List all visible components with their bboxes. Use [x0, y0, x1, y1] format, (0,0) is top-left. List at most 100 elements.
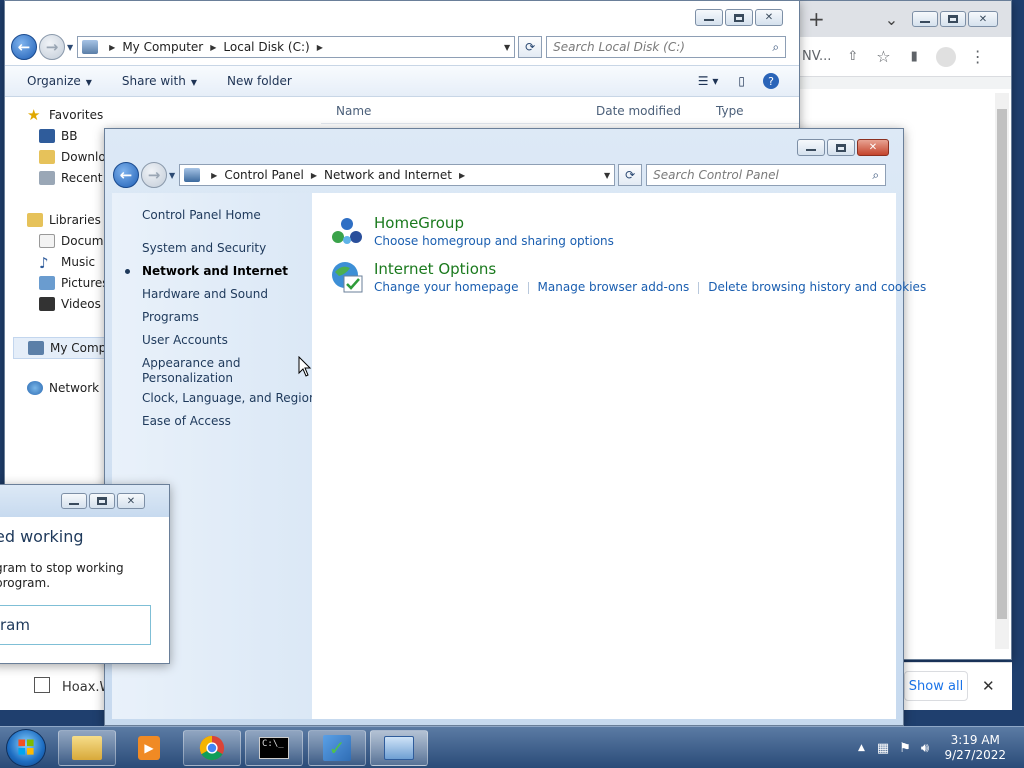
explorer-maximize-button[interactable] [725, 9, 753, 26]
cp-address-bar[interactable]: ▶ Control Panel ▶ Network and Internet ▶… [179, 164, 616, 186]
chevron-right-icon: ▶ [211, 170, 218, 180]
tree-bb[interactable]: BB [39, 129, 77, 143]
explorer-refresh-button[interactable]: ⟳ [518, 36, 543, 58]
nav-user-accounts[interactable]: User Accounts [142, 333, 228, 348]
address-dropdown-icon[interactable]: ▼ [504, 43, 510, 52]
side-panel-icon[interactable]: ▮ [911, 49, 918, 64]
browser-minimize-button[interactable] [912, 11, 938, 27]
tree-documents[interactable]: Docume [39, 234, 111, 248]
tree-recent-places[interactable]: Recent P [39, 171, 114, 185]
address-dropdown-icon[interactable]: ▼ [604, 171, 610, 180]
column-date-modified[interactable]: Date modified [596, 104, 716, 118]
dialog-maximize-button[interactable] [89, 493, 115, 509]
nav-network-internet[interactable]: Network and Internet [142, 264, 288, 279]
browser-maximize-button[interactable] [940, 11, 966, 27]
internet-options-icon [332, 262, 363, 293]
nav-hardware-sound[interactable]: Hardware and Sound [142, 287, 268, 302]
cp-recent-dropdown-icon[interactable]: ▼ [169, 171, 175, 180]
delete-history-link[interactable]: Delete browsing history and cookies [708, 280, 926, 294]
explorer-back-button[interactable]: ← [11, 34, 37, 60]
cp-close-button[interactable]: ✕ [857, 139, 889, 156]
taskbar-control-panel-button[interactable] [370, 730, 428, 766]
internet-options-title[interactable]: Internet Options [374, 260, 926, 278]
dialog-action-button[interactable]: ram [0, 605, 151, 645]
browser-scroll-thumb[interactable] [997, 109, 1007, 619]
homegroup-title[interactable]: HomeGroup [374, 214, 614, 232]
tree-libraries[interactable]: Libraries [27, 213, 101, 227]
tab-search-button[interactable]: ⌄ [885, 10, 898, 29]
change-homepage-link[interactable]: Change your homepage [374, 280, 519, 294]
bookmark-star-icon[interactable]: ☆ [876, 47, 890, 66]
action-center-flag-icon[interactable]: ⚑ [899, 741, 911, 756]
cp-back-button[interactable]: ← [113, 162, 139, 188]
cp-search-box[interactable]: Search Control Panel ⌕ [646, 164, 887, 186]
tree-bb-label: BB [61, 129, 78, 143]
dialog-minimize-button[interactable] [61, 493, 87, 509]
breadcrumb-control-panel[interactable]: Control Panel [224, 168, 304, 182]
explorer-minimize-button[interactable] [695, 9, 723, 26]
browser-close-button[interactable]: ✕ [968, 11, 998, 27]
view-options-icon[interactable]: ☰ ▾ [698, 74, 719, 88]
cp-forward-button[interactable]: → [141, 162, 167, 188]
preview-pane-icon[interactable]: ▯ [738, 74, 745, 88]
breadcrumb-local-disk[interactable]: Local Disk (C:) [223, 40, 309, 54]
profile-avatar[interactable] [935, 46, 956, 67]
caret-down-icon: ▼ [85, 78, 92, 87]
cp-refresh-button[interactable]: ⟳ [618, 164, 643, 186]
column-name[interactable]: Name [336, 104, 596, 118]
browser-scrollbar[interactable] [995, 93, 1009, 649]
system-clock[interactable]: 3:19 AM 9/27/2022 [944, 733, 1006, 763]
explorer-search-box[interactable]: Search Local Disk (C:) ⌕ [546, 36, 787, 58]
nav-appearance-line1[interactable]: Appearance and [142, 356, 240, 371]
homegroup-sharing-link[interactable]: Choose homegroup and sharing options [374, 234, 614, 248]
taskbar-cmd-button[interactable]: C:\_ [245, 730, 303, 766]
breadcrumb-my-computer[interactable]: My Computer [122, 40, 203, 54]
taskbar-chrome-button[interactable] [183, 730, 241, 766]
organize-button[interactable]: Organize ▼ [27, 74, 92, 88]
manage-addons-link[interactable]: Manage browser add-ons [538, 280, 690, 294]
show-hidden-icons-icon[interactable]: ▲ [858, 743, 865, 753]
cp-home-link[interactable]: Control Panel Home [142, 208, 261, 223]
menu-kebab-icon[interactable]: ⋮ [970, 47, 986, 66]
cp-maximize-button[interactable] [827, 139, 855, 156]
active-bullet-icon [125, 269, 130, 274]
nav-clock-region[interactable]: Clock, Language, and Region [142, 391, 317, 406]
tree-pictures[interactable]: Pictures [39, 276, 109, 290]
network-tray-icon[interactable]: ▦ [877, 741, 889, 756]
tree-music[interactable]: ♪ Music [39, 254, 95, 272]
volume-icon[interactable]: 🔊︎ [921, 741, 929, 756]
tree-downloads[interactable]: Downloa [39, 150, 113, 164]
nav-ease-of-access[interactable]: Ease of Access [142, 414, 231, 429]
help-icon[interactable]: ? [763, 73, 779, 89]
column-type[interactable]: Type [716, 104, 744, 118]
explorer-recent-dropdown-icon[interactable]: ▼ [67, 43, 73, 52]
nav-system-security[interactable]: System and Security [142, 241, 266, 256]
breadcrumb-network-and-internet[interactable]: Network and Internet [324, 168, 452, 182]
taskbar-task-app-button[interactable]: ✓ [308, 730, 366, 766]
new-folder-button[interactable]: New folder [227, 74, 292, 88]
show-all-button[interactable]: Show all [904, 671, 968, 701]
explorer-address-bar[interactable]: ▶ My Computer ▶ Local Disk (C:) ▶ ▼ [77, 36, 516, 58]
share-icon[interactable]: ⇧ [847, 49, 858, 64]
start-button[interactable] [6, 729, 46, 767]
chevron-right-icon: ▶ [210, 42, 217, 52]
cp-minimize-button[interactable] [797, 139, 825, 156]
taskbar-media-player-button[interactable]: ▶ [120, 730, 178, 766]
cp-search-input[interactable]: Search Control Panel [653, 168, 872, 182]
tree-favorites[interactable]: ★ Favorites [27, 106, 103, 124]
share-with-button[interactable]: Share with ▼ [122, 74, 197, 88]
explorer-search-input[interactable]: Search Local Disk (C:) [553, 40, 772, 54]
download-file-icon [34, 677, 50, 693]
cp-content-pane: HomeGroup Choose homegroup and sharing o… [312, 193, 926, 719]
new-tab-button[interactable]: + [808, 7, 825, 31]
explorer-forward-button[interactable]: → [39, 34, 65, 60]
tree-videos[interactable]: Videos [39, 297, 101, 311]
nav-appearance-line2[interactable]: Personalization [142, 371, 233, 386]
taskbar-explorer-button[interactable] [58, 730, 116, 766]
explorer-close-button[interactable]: ✕ [755, 9, 783, 26]
tree-network[interactable]: Network [27, 381, 99, 395]
url-fragment[interactable]: NV... [802, 49, 831, 64]
download-bar-close-button[interactable]: ✕ [982, 677, 995, 695]
dialog-close-button[interactable]: ✕ [117, 493, 145, 509]
nav-programs[interactable]: Programs [142, 310, 199, 325]
